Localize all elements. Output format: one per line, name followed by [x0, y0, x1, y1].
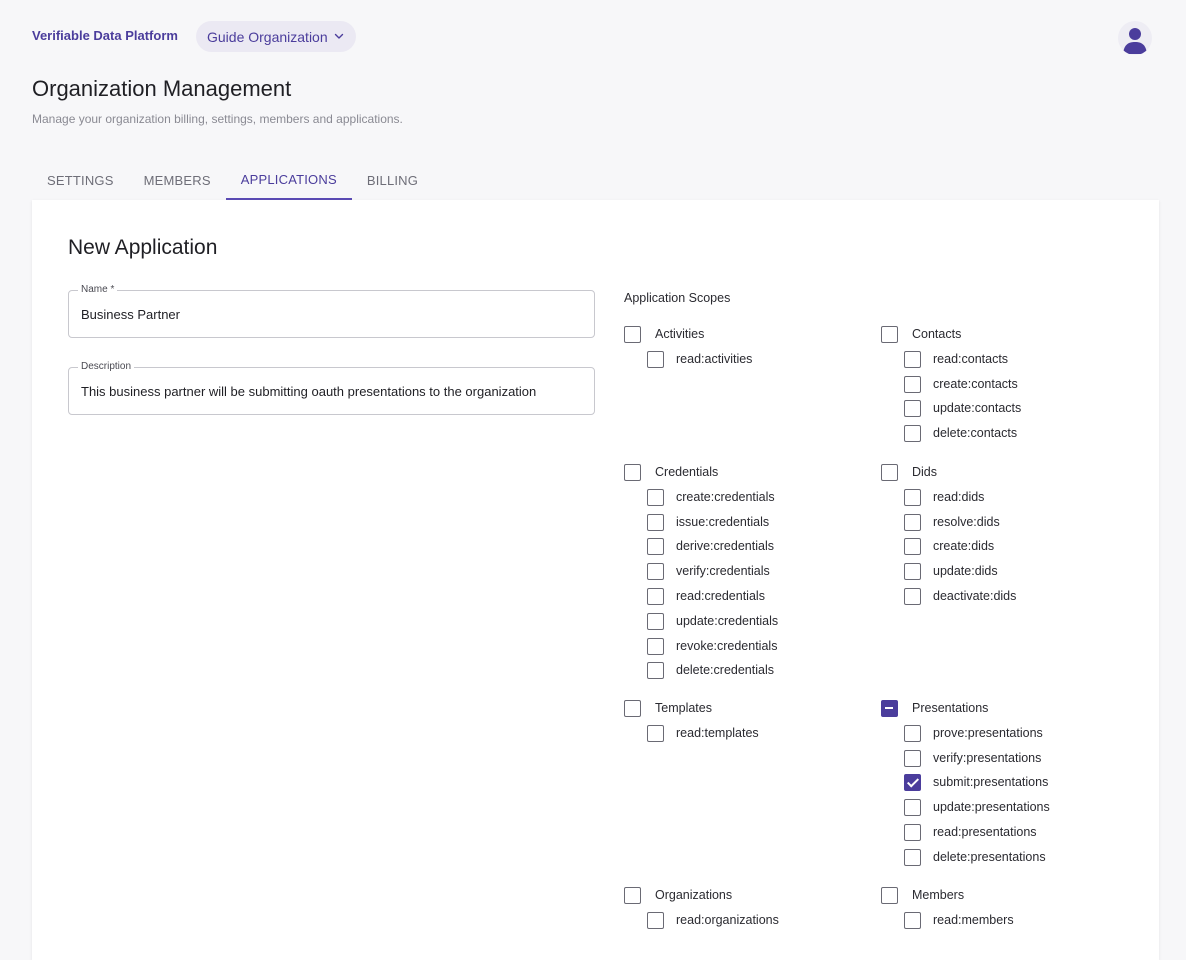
top-bar: Verifiable Data Platform Guide Organizat… [32, 20, 1152, 55]
scope-label-resolve-dids[interactable]: resolve:dids [933, 515, 1000, 529]
scope-group-checkbox-members[interactable] [881, 887, 898, 904]
tab-settings[interactable]: SETTINGS [32, 160, 129, 200]
scope-label-submit-presentations[interactable]: submit:presentations [933, 775, 1048, 789]
scope-label-revoke-credentials[interactable]: revoke:credentials [676, 639, 777, 653]
scope-checkbox-issue-credentials[interactable] [647, 513, 664, 531]
scope-checkbox-verify-credentials[interactable] [647, 563, 664, 581]
scope-label-read-organizations[interactable]: read:organizations [676, 913, 779, 927]
scope-checkbox-revoke-credentials[interactable] [647, 637, 664, 655]
page-title: Organization Management [32, 76, 292, 101]
scope-label-read-dids[interactable]: read:dids [933, 490, 984, 504]
scope-label-update-dids[interactable]: update:dids [933, 564, 998, 578]
scope-label-prove-presentations[interactable]: prove:presentations [933, 726, 1043, 740]
scope-label-create-dids[interactable]: create:dids [933, 539, 994, 553]
scope-label-update-credentials[interactable]: update:credentials [676, 614, 778, 628]
scope-group-label-activities[interactable]: Activities [655, 327, 704, 341]
scope-group-checkbox-contacts[interactable] [881, 326, 898, 343]
scope-label-read-templates[interactable]: read:templates [676, 726, 759, 740]
name-field[interactable]: Name * Business Partner [68, 284, 595, 338]
scope-label-derive-credentials[interactable]: derive:credentials [676, 539, 774, 553]
scope-group-label-dids[interactable]: Dids [912, 465, 937, 479]
tab-applications[interactable]: APPLICATIONS [225, 160, 352, 200]
scope-label-read-credentials[interactable]: read:credentials [676, 589, 765, 603]
tab-bar: SETTINGS MEMBERS APPLICATIONS BILLING [32, 160, 433, 200]
scope-checkbox-derive-credentials[interactable] [647, 538, 664, 556]
scope-group-checkbox-activities[interactable] [624, 326, 641, 343]
name-field-label: Name * [78, 284, 118, 295]
user-icon [1123, 28, 1147, 54]
scope-checkbox-delete-contacts[interactable] [904, 425, 921, 443]
tab-members[interactable]: MEMBERS [129, 160, 226, 200]
scope-group-label-presentations[interactable]: Presentations [912, 701, 988, 715]
scope-group-checkbox-templates[interactable] [624, 700, 641, 717]
scope-label-read-activities[interactable]: read:activities [676, 352, 752, 366]
scope-checkbox-update-contacts[interactable] [904, 400, 921, 418]
page-subtitle: Manage your organization billing, settin… [32, 112, 403, 126]
card-title: New Application [68, 236, 218, 259]
scope-checkbox-create-contacts[interactable] [904, 375, 921, 393]
scope-label-update-contacts[interactable]: update:contacts [933, 401, 1021, 415]
scope-label-read-members[interactable]: read:members [933, 913, 1014, 927]
scope-label-issue-credentials[interactable]: issue:credentials [676, 515, 769, 529]
new-application-card: New Application Name * Business Partner … [32, 200, 1159, 960]
scope-checkbox-submit-presentations[interactable] [904, 774, 921, 792]
scope-checkbox-read-members[interactable] [904, 911, 921, 929]
scope-checkbox-delete-presentations[interactable] [904, 848, 921, 866]
scope-checkbox-delete-credentials[interactable] [647, 662, 664, 680]
scope-checkbox-update-dids[interactable] [904, 563, 921, 581]
scope-group-label-members[interactable]: Members [912, 888, 964, 902]
scope-label-verify-presentations[interactable]: verify:presentations [933, 751, 1041, 765]
scope-group-checkbox-dids[interactable] [881, 464, 898, 481]
scope-checkbox-update-presentations[interactable] [904, 799, 921, 817]
scope-group-label-contacts[interactable]: Contacts [912, 327, 961, 341]
scope-label-verify-credentials[interactable]: verify:credentials [676, 564, 770, 578]
scope-label-create-credentials[interactable]: create:credentials [676, 490, 775, 504]
description-field-value: This business partner will be submitting… [81, 384, 537, 399]
scope-label-read-presentations[interactable]: read:presentations [933, 825, 1037, 839]
application-scopes-title: Application Scopes [624, 291, 731, 305]
scope-group-checkbox-organizations[interactable] [624, 887, 641, 904]
scope-label-read-contacts[interactable]: read:contacts [933, 352, 1008, 366]
scope-checkbox-deactivate-dids[interactable] [904, 588, 921, 605]
scope-checkbox-read-organizations[interactable] [647, 911, 664, 929]
scope-group-label-organizations[interactable]: Organizations [655, 888, 732, 902]
scope-group-label-templates[interactable]: Templates [655, 701, 712, 715]
scope-checkbox-read-activities[interactable] [647, 350, 664, 368]
organization-selector-label: Guide Organization [207, 28, 328, 45]
scope-label-delete-credentials[interactable]: delete:credentials [676, 663, 774, 677]
scope-checkbox-update-credentials[interactable] [647, 612, 664, 630]
scope-label-update-presentations[interactable]: update:presentations [933, 800, 1050, 814]
description-field[interactable]: Description This business partner will b… [68, 361, 595, 415]
scope-label-create-contacts[interactable]: create:contacts [933, 377, 1018, 391]
brand-logo-text[interactable]: Verifiable Data Platform [32, 28, 178, 43]
name-field-value: Business Partner [81, 307, 180, 322]
scope-label-delete-presentations[interactable]: delete:presentations [933, 850, 1046, 864]
scope-checkbox-create-credentials[interactable] [647, 488, 664, 506]
scope-checkbox-read-credentials[interactable] [647, 588, 664, 605]
scope-checkbox-create-dids[interactable] [904, 538, 921, 556]
scope-checkbox-read-dids[interactable] [904, 488, 921, 506]
scope-checkbox-read-contacts[interactable] [904, 350, 921, 368]
scope-label-delete-contacts[interactable]: delete:contacts [933, 426, 1017, 440]
user-avatar-button[interactable] [1118, 21, 1152, 55]
scope-checkbox-read-presentations[interactable] [904, 824, 921, 841]
organization-selector[interactable]: Guide Organization [196, 21, 356, 52]
scope-checkbox-prove-presentations[interactable] [904, 724, 921, 742]
tab-billing[interactable]: BILLING [352, 160, 433, 200]
scope-checkbox-read-templates[interactable] [647, 724, 664, 742]
scope-group-label-credentials[interactable]: Credentials [655, 465, 718, 479]
scope-group-checkbox-presentations[interactable] [881, 700, 898, 717]
chevron-down-icon [334, 33, 344, 39]
description-field-label: Description [78, 361, 135, 372]
scope-checkbox-verify-presentations[interactable] [904, 749, 921, 767]
scope-label-deactivate-dids[interactable]: deactivate:dids [933, 589, 1016, 603]
scope-group-checkbox-credentials[interactable] [624, 464, 641, 481]
scope-checkbox-resolve-dids[interactable] [904, 513, 921, 531]
